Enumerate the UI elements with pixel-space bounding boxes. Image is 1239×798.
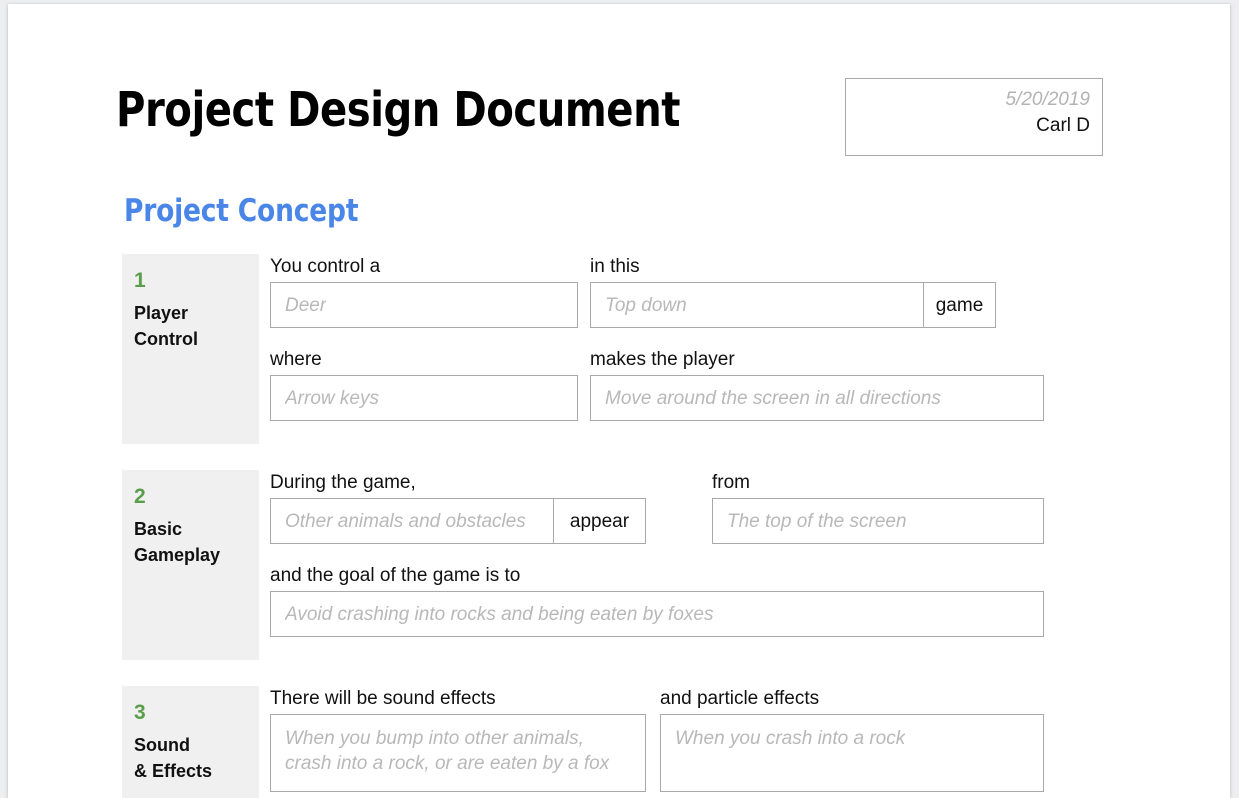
field-label: and the goal of the game is to: [270, 563, 1044, 588]
page-title: Project Design Document: [116, 82, 680, 138]
block-number: 3: [134, 700, 259, 726]
field: where Arrow keys: [270, 347, 578, 421]
field: There will be sound effects When you bump…: [270, 686, 646, 792]
text-input[interactable]: Move around the screen in all directions: [590, 375, 1044, 421]
input-group: Other animals and obstacles appear: [270, 498, 646, 544]
field: and particle effects When you crash into …: [660, 686, 1044, 792]
text-input[interactable]: When you bump into other animals, crash …: [270, 714, 646, 792]
block-sidebar: 2 Basic Gameplay: [122, 470, 259, 660]
input-group: Top down game: [590, 282, 996, 328]
block-label: Basic Gameplay: [134, 516, 259, 568]
input-placeholder: Top down: [605, 293, 687, 318]
input-suffix: game: [924, 282, 996, 328]
input-group: The top of the screen: [712, 498, 1044, 544]
input-group: Arrow keys: [270, 375, 578, 421]
field: from The top of the screen: [712, 470, 1044, 544]
input-placeholder: Avoid crashing into rocks and being eate…: [285, 602, 713, 627]
field-label: There will be sound effects: [270, 686, 646, 711]
document-header: Project Design Document 5/20/2019 Carl D: [8, 70, 1230, 190]
input-group: When you bump into other animals, crash …: [270, 714, 646, 792]
field: in this Top down game: [590, 254, 996, 328]
text-input[interactable]: Avoid crashing into rocks and being eate…: [270, 591, 1044, 637]
input-group: Avoid crashing into rocks and being eate…: [270, 591, 1044, 637]
field: You control a Deer: [270, 254, 578, 328]
field-label: You control a: [270, 254, 578, 279]
field-label: in this: [590, 254, 996, 279]
document-date[interactable]: 5/20/2019: [846, 87, 1090, 113]
document-meta-box[interactable]: 5/20/2019 Carl D: [845, 78, 1103, 156]
input-placeholder: The top of the screen: [727, 509, 907, 534]
input-placeholder: Deer: [285, 293, 326, 318]
block-sidebar: 3 Sound & Effects: [122, 686, 259, 798]
input-group: When you crash into a rock: [660, 714, 1044, 792]
input-placeholder: Other animals and obstacles: [285, 509, 526, 534]
block-number: 2: [134, 484, 259, 510]
text-input[interactable]: When you crash into a rock: [660, 714, 1044, 792]
field: During the game, Other animals and obstac…: [270, 470, 646, 544]
section-heading-project-concept: Project Concept: [124, 193, 358, 229]
field-label: makes the player: [590, 347, 1044, 372]
block-label: Player Control: [134, 300, 259, 352]
input-suffix-label: game: [936, 293, 984, 318]
field-label: from: [712, 470, 1044, 495]
block-sidebar: 1 Player Control: [122, 254, 259, 444]
input-group: Move around the screen in all directions: [590, 375, 1044, 421]
text-input[interactable]: Top down: [590, 282, 924, 328]
input-placeholder: When you crash into a rock: [675, 726, 905, 751]
input-placeholder: Arrow keys: [285, 386, 379, 411]
text-input[interactable]: Other animals and obstacles: [270, 498, 554, 544]
field: makes the player Move around the screen i…: [590, 347, 1044, 421]
field-label: where: [270, 347, 578, 372]
document-page: Project Design Document 5/20/2019 Carl D…: [8, 4, 1230, 798]
document-author[interactable]: Carl D: [846, 113, 1090, 139]
block-label: Sound & Effects: [134, 732, 259, 784]
input-placeholder: When you bump into other animals, crash …: [285, 726, 609, 776]
field: and the goal of the game is to Avoid cras…: [270, 563, 1044, 637]
block-number: 1: [134, 268, 259, 294]
field-label: and particle effects: [660, 686, 1044, 711]
text-input[interactable]: The top of the screen: [712, 498, 1044, 544]
field-label: During the game,: [270, 470, 646, 495]
input-suffix: appear: [554, 498, 646, 544]
text-input[interactable]: Deer: [270, 282, 578, 328]
document-body: Project Design Document 5/20/2019 Carl D…: [8, 4, 1230, 190]
text-input[interactable]: Arrow keys: [270, 375, 578, 421]
input-group: Deer: [270, 282, 578, 328]
input-suffix-label: appear: [570, 509, 629, 534]
input-placeholder: Move around the screen in all directions: [605, 386, 941, 411]
